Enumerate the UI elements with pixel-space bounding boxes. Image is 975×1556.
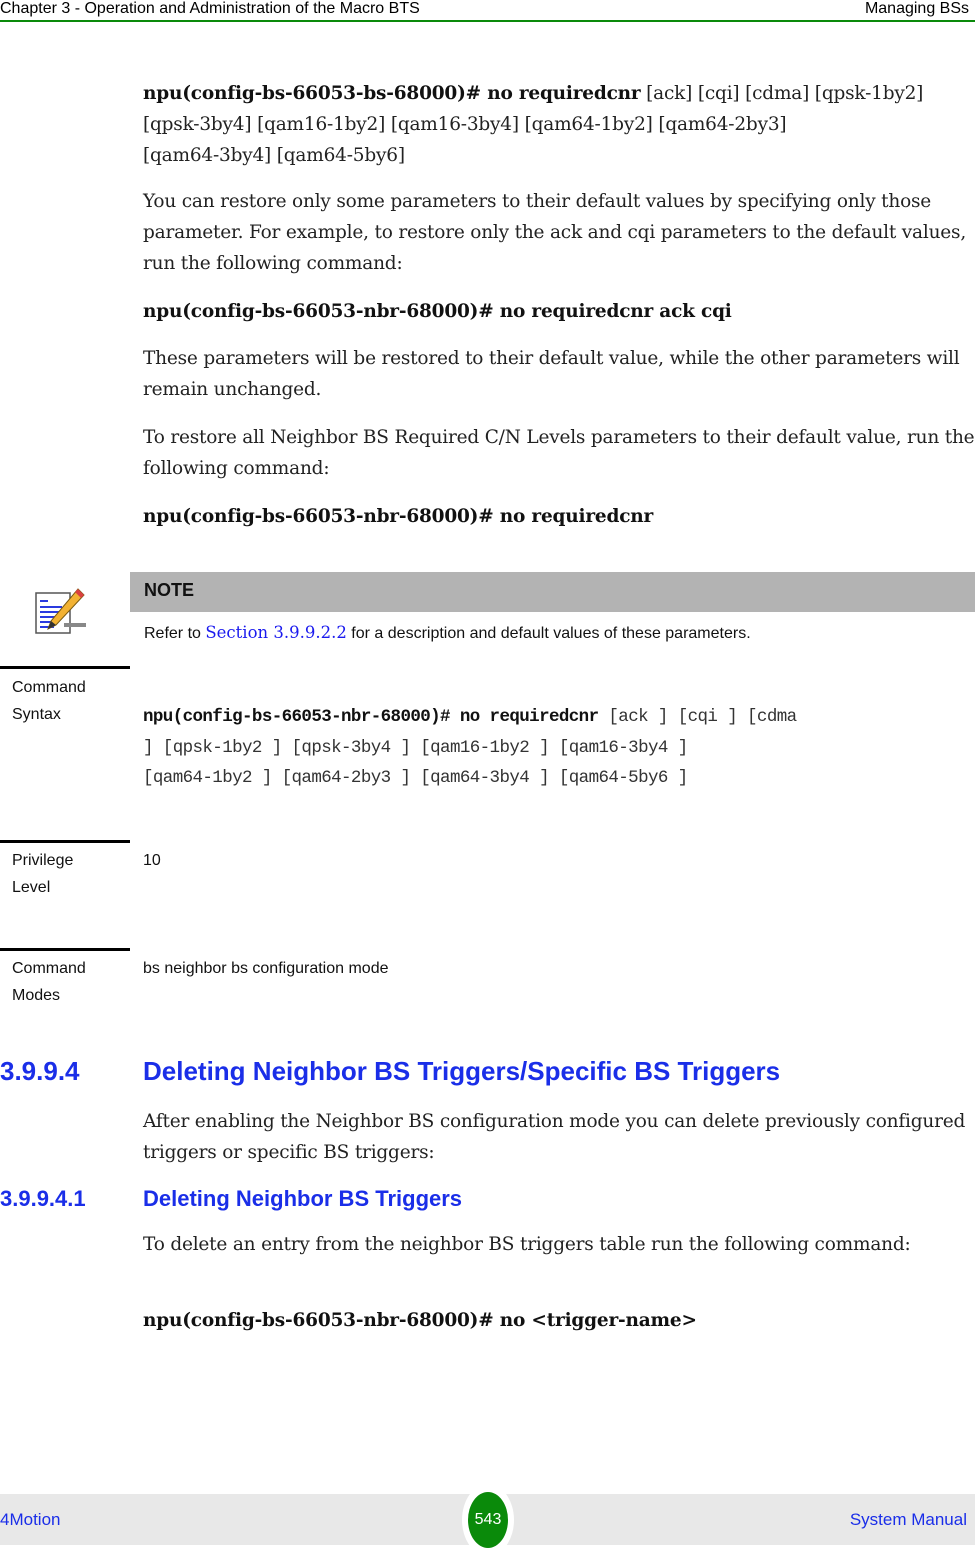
command-args: [qpsk-3by4] [qam16-1by2] [qam16-3by4] [q…: [143, 114, 787, 135]
command-bold: npu(config-bs-66053-nbr-68000)# no requi…: [143, 707, 599, 727]
section-title: Deleting Neighbor BS Triggers/Specific B…: [143, 1056, 781, 1086]
note-header-bar: [130, 572, 975, 612]
paragraph-restore-all: To restore all Neighbor BS Required C/N …: [143, 427, 975, 479]
privilege-level-label: Privilege Level: [12, 852, 74, 896]
note-text: Refer to Section 3.9.9.2.2 for a descrip…: [144, 623, 751, 642]
paragraph-restored: These parameters will be restored to the…: [143, 348, 960, 400]
command-bold: npu(config-bs-66053-bs-68000)# no requir…: [143, 83, 641, 104]
command-restore-all: npu(config-bs-66053-nbr-68000)# no requi…: [143, 506, 654, 527]
command-syntax-value: npu(config-bs-66053-nbr-68000)# no requi…: [143, 707, 797, 788]
divider: [0, 666, 130, 669]
divider: [0, 948, 130, 951]
chapter-title: Chapter 3 - Operation and Administration…: [0, 0, 420, 17]
command-modes-label: Command Modes: [12, 960, 86, 1004]
command-args: [ack] [cqi] [cdma] [qpsk-1by2]: [640, 83, 924, 104]
product-name: 4Motion: [0, 1510, 61, 1529]
command-syntax-label: Command Syntax: [12, 679, 86, 723]
privilege-level-value: 10: [143, 852, 161, 869]
page-number: 543: [468, 1492, 508, 1548]
page-header: Chapter 3 - Operation and Administration…: [0, 0, 975, 22]
section-title: Managing BSs: [864, 0, 969, 17]
section-title: Deleting Neighbor BS Triggers: [143, 1186, 463, 1211]
command-ack-cqi: npu(config-bs-66053-nbr-68000)# no requi…: [143, 301, 732, 322]
note-title: NOTE: [144, 580, 195, 600]
command-delete-trigger: npu(config-bs-66053-nbr-68000)# no <trig…: [143, 1310, 697, 1331]
section-number: 3.9.9.4: [0, 1056, 80, 1086]
note-pencil-icon: [34, 585, 86, 637]
header-divider: [0, 20, 975, 22]
paragraph-restore-some: You can restore only some parameters to …: [143, 191, 967, 274]
paragraph-39941: To delete an entry from the neighbor BS …: [143, 1234, 911, 1255]
command-block-1: npu(config-bs-66053-bs-68000)# no requir…: [143, 78, 975, 171]
divider: [0, 840, 130, 843]
command-modes-value: bs neighbor bs configuration mode: [143, 960, 389, 977]
command-args: [qam64-3by4] [qam64-5by6]: [143, 145, 405, 166]
section-link[interactable]: Section 3.9.9.2.2: [205, 623, 347, 642]
manual-name: System Manual: [849, 1510, 967, 1529]
paragraph-3994: After enabling the Neighbor BS configura…: [143, 1111, 966, 1163]
section-number: 3.9.9.4.1: [0, 1186, 86, 1211]
